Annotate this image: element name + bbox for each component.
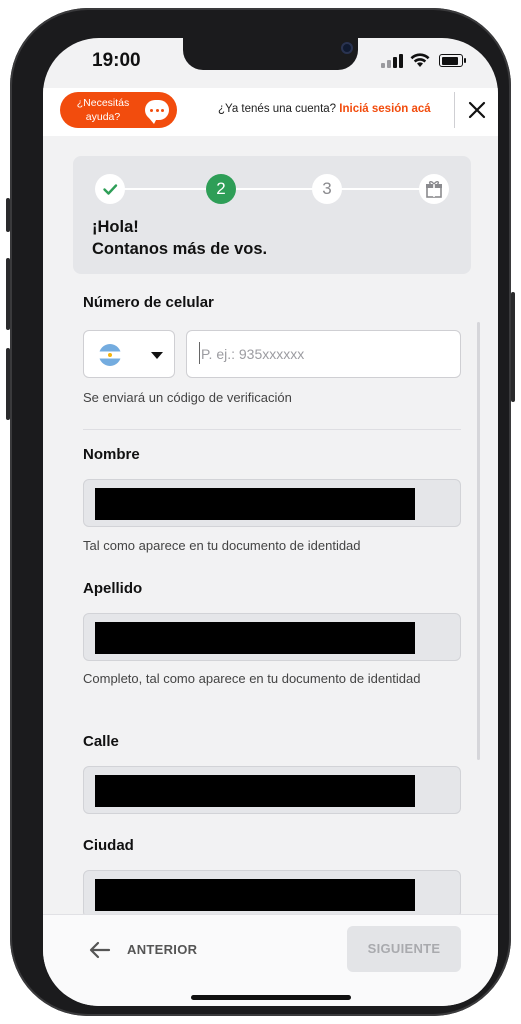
apellido-field[interactable] — [83, 613, 461, 661]
close-icon[interactable] — [467, 100, 487, 120]
country-code-select[interactable] — [83, 330, 175, 378]
apellido-hint: Completo, tal como aparece en tu documen… — [83, 671, 421, 686]
step-2-current: 2 — [206, 174, 236, 204]
volume-down-button — [6, 348, 10, 420]
redacted-value — [95, 879, 415, 911]
gift-icon — [426, 181, 442, 198]
apellido-label: Apellido — [83, 580, 143, 597]
ciudad-label: Ciudad — [83, 837, 134, 854]
caret-down-icon — [151, 352, 163, 359]
step-3: 3 — [312, 174, 342, 204]
nombre-hint: Tal como aparece en tu documento de iden… — [83, 538, 361, 553]
calle-label: Calle — [83, 733, 119, 750]
phone-input[interactable] — [186, 330, 461, 378]
account-prompt: ¿Ya tenés una cuenta? Iniciá sesión acá — [218, 103, 431, 115]
bottom-navigation: ANTERIOR SIGUIENTE — [43, 914, 498, 1006]
step-1-completed — [95, 174, 125, 204]
status-time: 19:00 — [92, 50, 141, 71]
volume-up-button — [6, 258, 10, 330]
personal-data-form: Número de celular Se enviará un código d… — [43, 274, 498, 918]
argentina-flag-icon — [99, 344, 121, 366]
next-button[interactable]: SIGUIENTE — [347, 926, 461, 972]
home-indicator — [191, 995, 351, 1000]
phone-frame: 19:00 ¿Necesitás ayuda? ¿Ya tenés una cu… — [6, 8, 515, 1016]
redacted-value — [95, 622, 415, 654]
notch — [183, 38, 358, 70]
scrollbar[interactable] — [477, 322, 480, 760]
battery-icon — [439, 54, 466, 67]
ciudad-field[interactable] — [83, 870, 461, 918]
login-link[interactable]: Iniciá sesión acá — [339, 103, 430, 115]
chat-bubble-icon — [145, 100, 169, 124]
section-divider — [83, 429, 461, 430]
account-question: ¿Ya tenés una cuenta? — [218, 103, 337, 115]
wifi-icon — [410, 53, 430, 67]
text-cursor — [199, 342, 200, 364]
greeting: ¡Hola! Contanos más de vos. — [92, 216, 267, 260]
progress-card: 2 3 ¡Hola! Contanos más de vos. — [73, 156, 471, 274]
top-bar: ¿Necesitás ayuda? ¿Ya tenés una cuenta? … — [43, 88, 498, 136]
step-final — [419, 174, 449, 204]
greeting-line-2: Contanos más de vos. — [92, 240, 268, 258]
power-button — [511, 292, 515, 402]
arrow-left-icon — [89, 941, 111, 959]
check-icon — [103, 184, 118, 195]
front-camera — [341, 42, 353, 54]
help-label: ¿Necesitás ayuda? — [76, 97, 130, 123]
redacted-value — [95, 488, 415, 520]
greeting-line-1: ¡Hola! — [92, 218, 139, 236]
signal-icon — [381, 54, 403, 68]
calle-field[interactable] — [83, 766, 461, 814]
back-label: ANTERIOR — [127, 942, 198, 957]
back-button[interactable]: ANTERIOR — [87, 935, 217, 965]
redacted-value — [95, 775, 415, 807]
nombre-field[interactable] — [83, 479, 461, 527]
phone-hint: Se enviará un código de verificación — [83, 390, 292, 405]
status-bar: 19:00 — [43, 38, 498, 88]
phone-label: Número de celular — [83, 294, 214, 311]
nombre-label: Nombre — [83, 446, 140, 463]
progress-track — [111, 188, 433, 190]
header-divider — [454, 92, 455, 128]
help-button[interactable]: ¿Necesitás ayuda? — [60, 92, 177, 128]
mute-switch — [6, 198, 10, 232]
app-screen: 19:00 ¿Necesitás ayuda? ¿Ya tenés una cu… — [43, 38, 498, 1006]
